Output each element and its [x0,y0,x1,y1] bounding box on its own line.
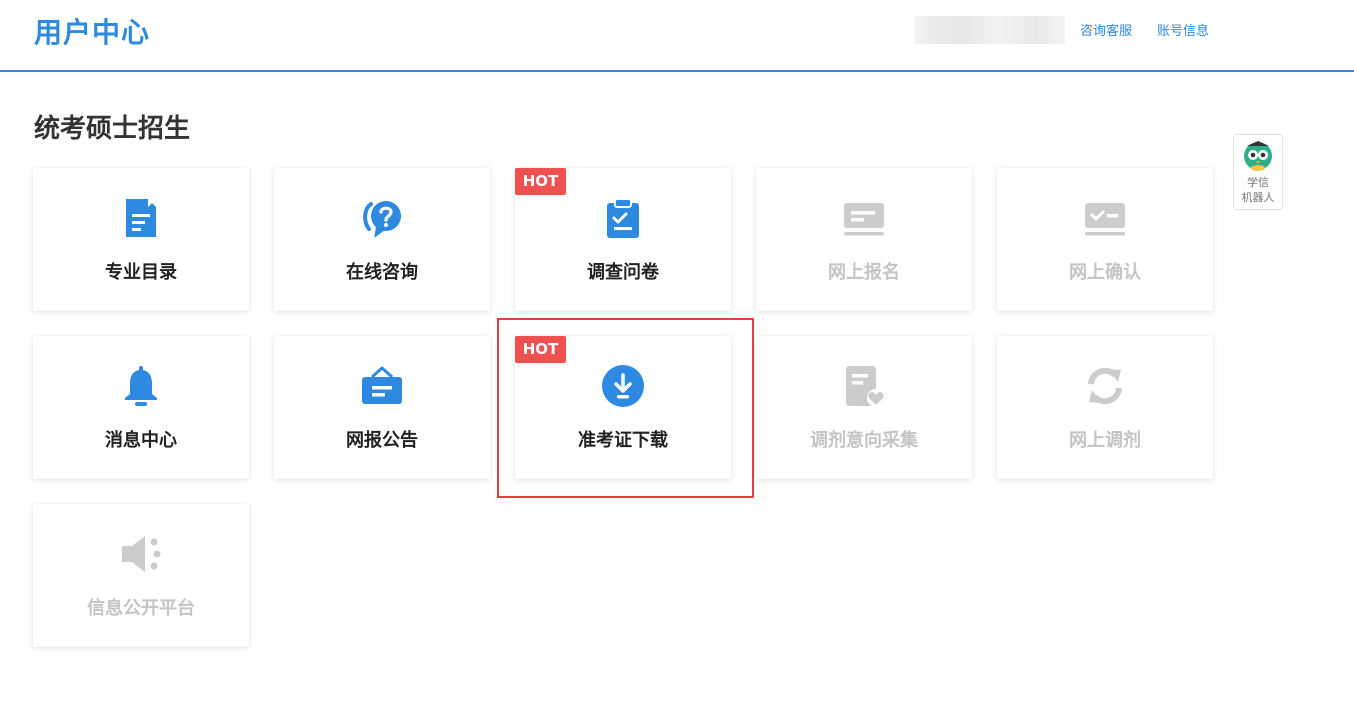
question-bubble-icon [363,201,401,238]
hot-badge: HOT [515,336,566,363]
card-label: 在线咨询 [346,262,418,283]
card-admission-ticket[interactable]: HOT 准考证下载 [515,336,731,479]
page-title: 统考硕士招生 [34,114,191,144]
card-label: 调剂意向采集 [810,430,918,451]
card-info-public[interactable]: 信息公开平台 [33,504,249,647]
download-icon [602,365,644,407]
account-info-link[interactable]: 账号信息 [1157,20,1209,39]
bell-icon [125,366,157,406]
card-online-adjust[interactable]: 网上调剂 [997,336,1213,479]
card-major-catalog[interactable]: 专业目录 [33,168,249,311]
card-message-center[interactable]: 消息中心 [33,336,249,479]
card-online-confirm[interactable]: 网上确认 [997,168,1213,311]
card-label: 网上确认 [1069,262,1141,283]
card-label: 专业目录 [105,262,177,283]
logo-title[interactable]: 用户中心 [34,11,150,51]
top-header: 用户中心 咨询客服 账号信息 [0,0,1354,72]
card-label: 网报公告 [346,430,418,451]
notice-board-icon [362,366,402,404]
robot-label-line1: 学信 [1247,176,1269,189]
card-label: 调查问卷 [587,262,659,283]
card-announcement[interactable]: 网报公告 [274,336,490,479]
refresh-icon [1088,367,1122,405]
card-online-consult[interactable]: 在线咨询 [274,168,490,311]
id-card-icon [844,203,884,236]
robot-label-line2: 机器人 [1241,191,1275,204]
card-label: 网上报名 [828,262,900,283]
card-adjust-intent[interactable]: 调剂意向采集 [756,336,972,479]
card-survey[interactable]: HOT 调查问卷 [515,168,731,311]
hot-badge: HOT [515,168,566,195]
document-heart-icon [846,366,885,407]
xuexin-robot-button[interactable]: 学信 机器人 [1233,134,1283,210]
consult-service-link[interactable]: 咨询客服 [1080,20,1132,39]
speaker-icon [122,536,161,572]
masked-username [915,16,1065,44]
confirm-card-icon [1085,203,1125,236]
clipboard-check-icon [607,198,639,238]
owl-robot-icon [1244,141,1272,171]
card-label: 准考证下载 [578,430,668,451]
card-label: 消息中心 [105,430,177,451]
document-icon [126,199,156,237]
card-label: 信息公开平台 [87,598,195,619]
card-label: 网上调剂 [1069,430,1141,451]
card-online-register[interactable]: 网上报名 [756,168,972,311]
